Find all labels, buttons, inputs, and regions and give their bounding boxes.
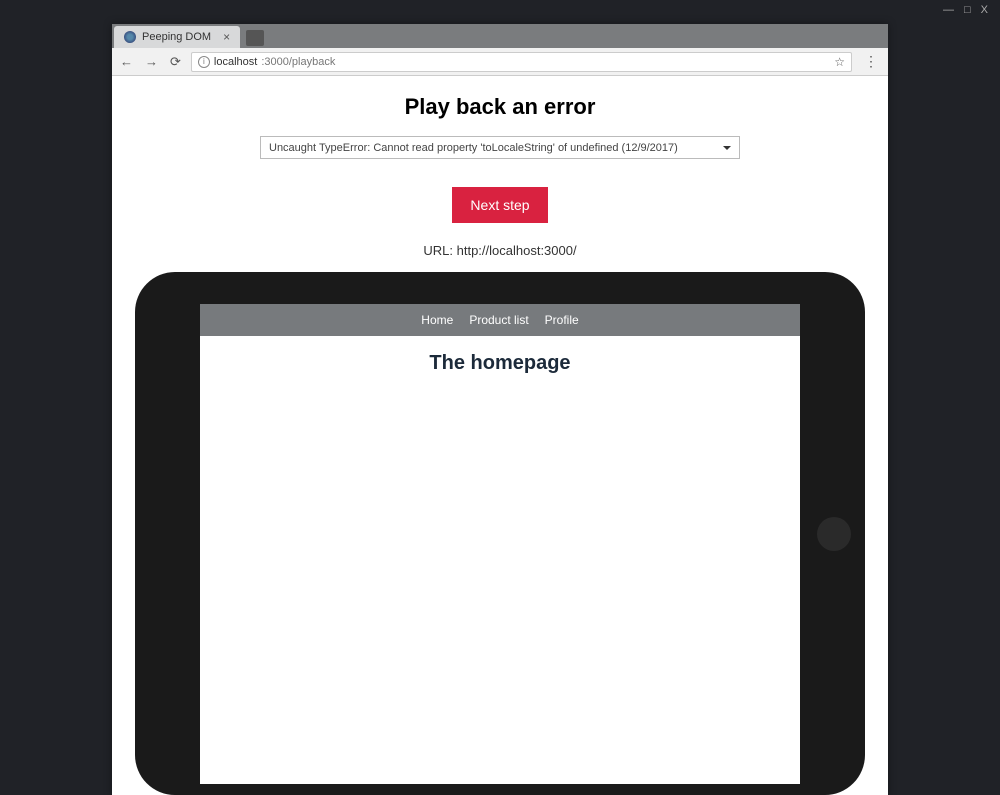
tablet-home-button-icon — [817, 517, 851, 551]
minimize-icon[interactable]: — — [943, 4, 954, 16]
address-bar: ← → ⟳ i localhost :3000/playback ☆ ⋮ — [112, 48, 888, 76]
maximize-icon[interactable]: □ — [964, 4, 971, 16]
playback-url-label: URL: http://localhost:3000/ — [423, 243, 576, 258]
tablet-screen: Home Product list Profile The homepage — [200, 304, 800, 784]
url-input[interactable]: i localhost :3000/playback ☆ — [191, 52, 852, 72]
nav-home[interactable]: Home — [421, 313, 453, 327]
nav-product-list[interactable]: Product list — [469, 313, 528, 327]
nav-profile[interactable]: Profile — [545, 313, 579, 327]
browser-menu-icon[interactable]: ⋮ — [860, 53, 882, 70]
url-host: localhost — [214, 56, 257, 68]
close-icon[interactable]: X — [981, 4, 988, 16]
tab-title: Peeping DOM — [142, 31, 211, 43]
tablet-frame: Home Product list Profile The homepage — [135, 272, 865, 795]
back-icon[interactable]: ← — [118, 54, 135, 69]
error-select[interactable]: Uncaught TypeError: Cannot read property… — [260, 136, 740, 159]
next-step-button[interactable]: Next step — [452, 187, 547, 223]
site-info-icon[interactable]: i — [198, 56, 210, 68]
browser-tab[interactable]: Peeping DOM × — [114, 26, 240, 48]
preview-heading: The homepage — [200, 352, 800, 375]
preview-navbar: Home Product list Profile — [200, 304, 800, 336]
url-rest: :3000/playback — [261, 56, 335, 68]
browser-window: Peeping DOM × ← → ⟳ i localhost :3000/pla… — [112, 24, 888, 795]
page-title: Play back an error — [405, 94, 596, 120]
preview-content: The homepage — [200, 336, 800, 375]
favicon-icon — [124, 31, 136, 43]
new-tab-button[interactable] — [246, 30, 264, 46]
error-select-value: Uncaught TypeError: Cannot read property… — [269, 142, 678, 154]
tab-strip: Peeping DOM × — [112, 24, 888, 48]
forward-icon[interactable]: → — [143, 54, 160, 69]
tab-close-icon[interactable]: × — [223, 30, 230, 44]
chevron-down-icon — [723, 146, 731, 150]
bookmark-icon[interactable]: ☆ — [834, 55, 845, 69]
reload-icon[interactable]: ⟳ — [168, 54, 183, 70]
page-content: Play back an error Uncaught TypeError: C… — [112, 76, 888, 795]
window-controls: — □ X — [943, 4, 988, 16]
